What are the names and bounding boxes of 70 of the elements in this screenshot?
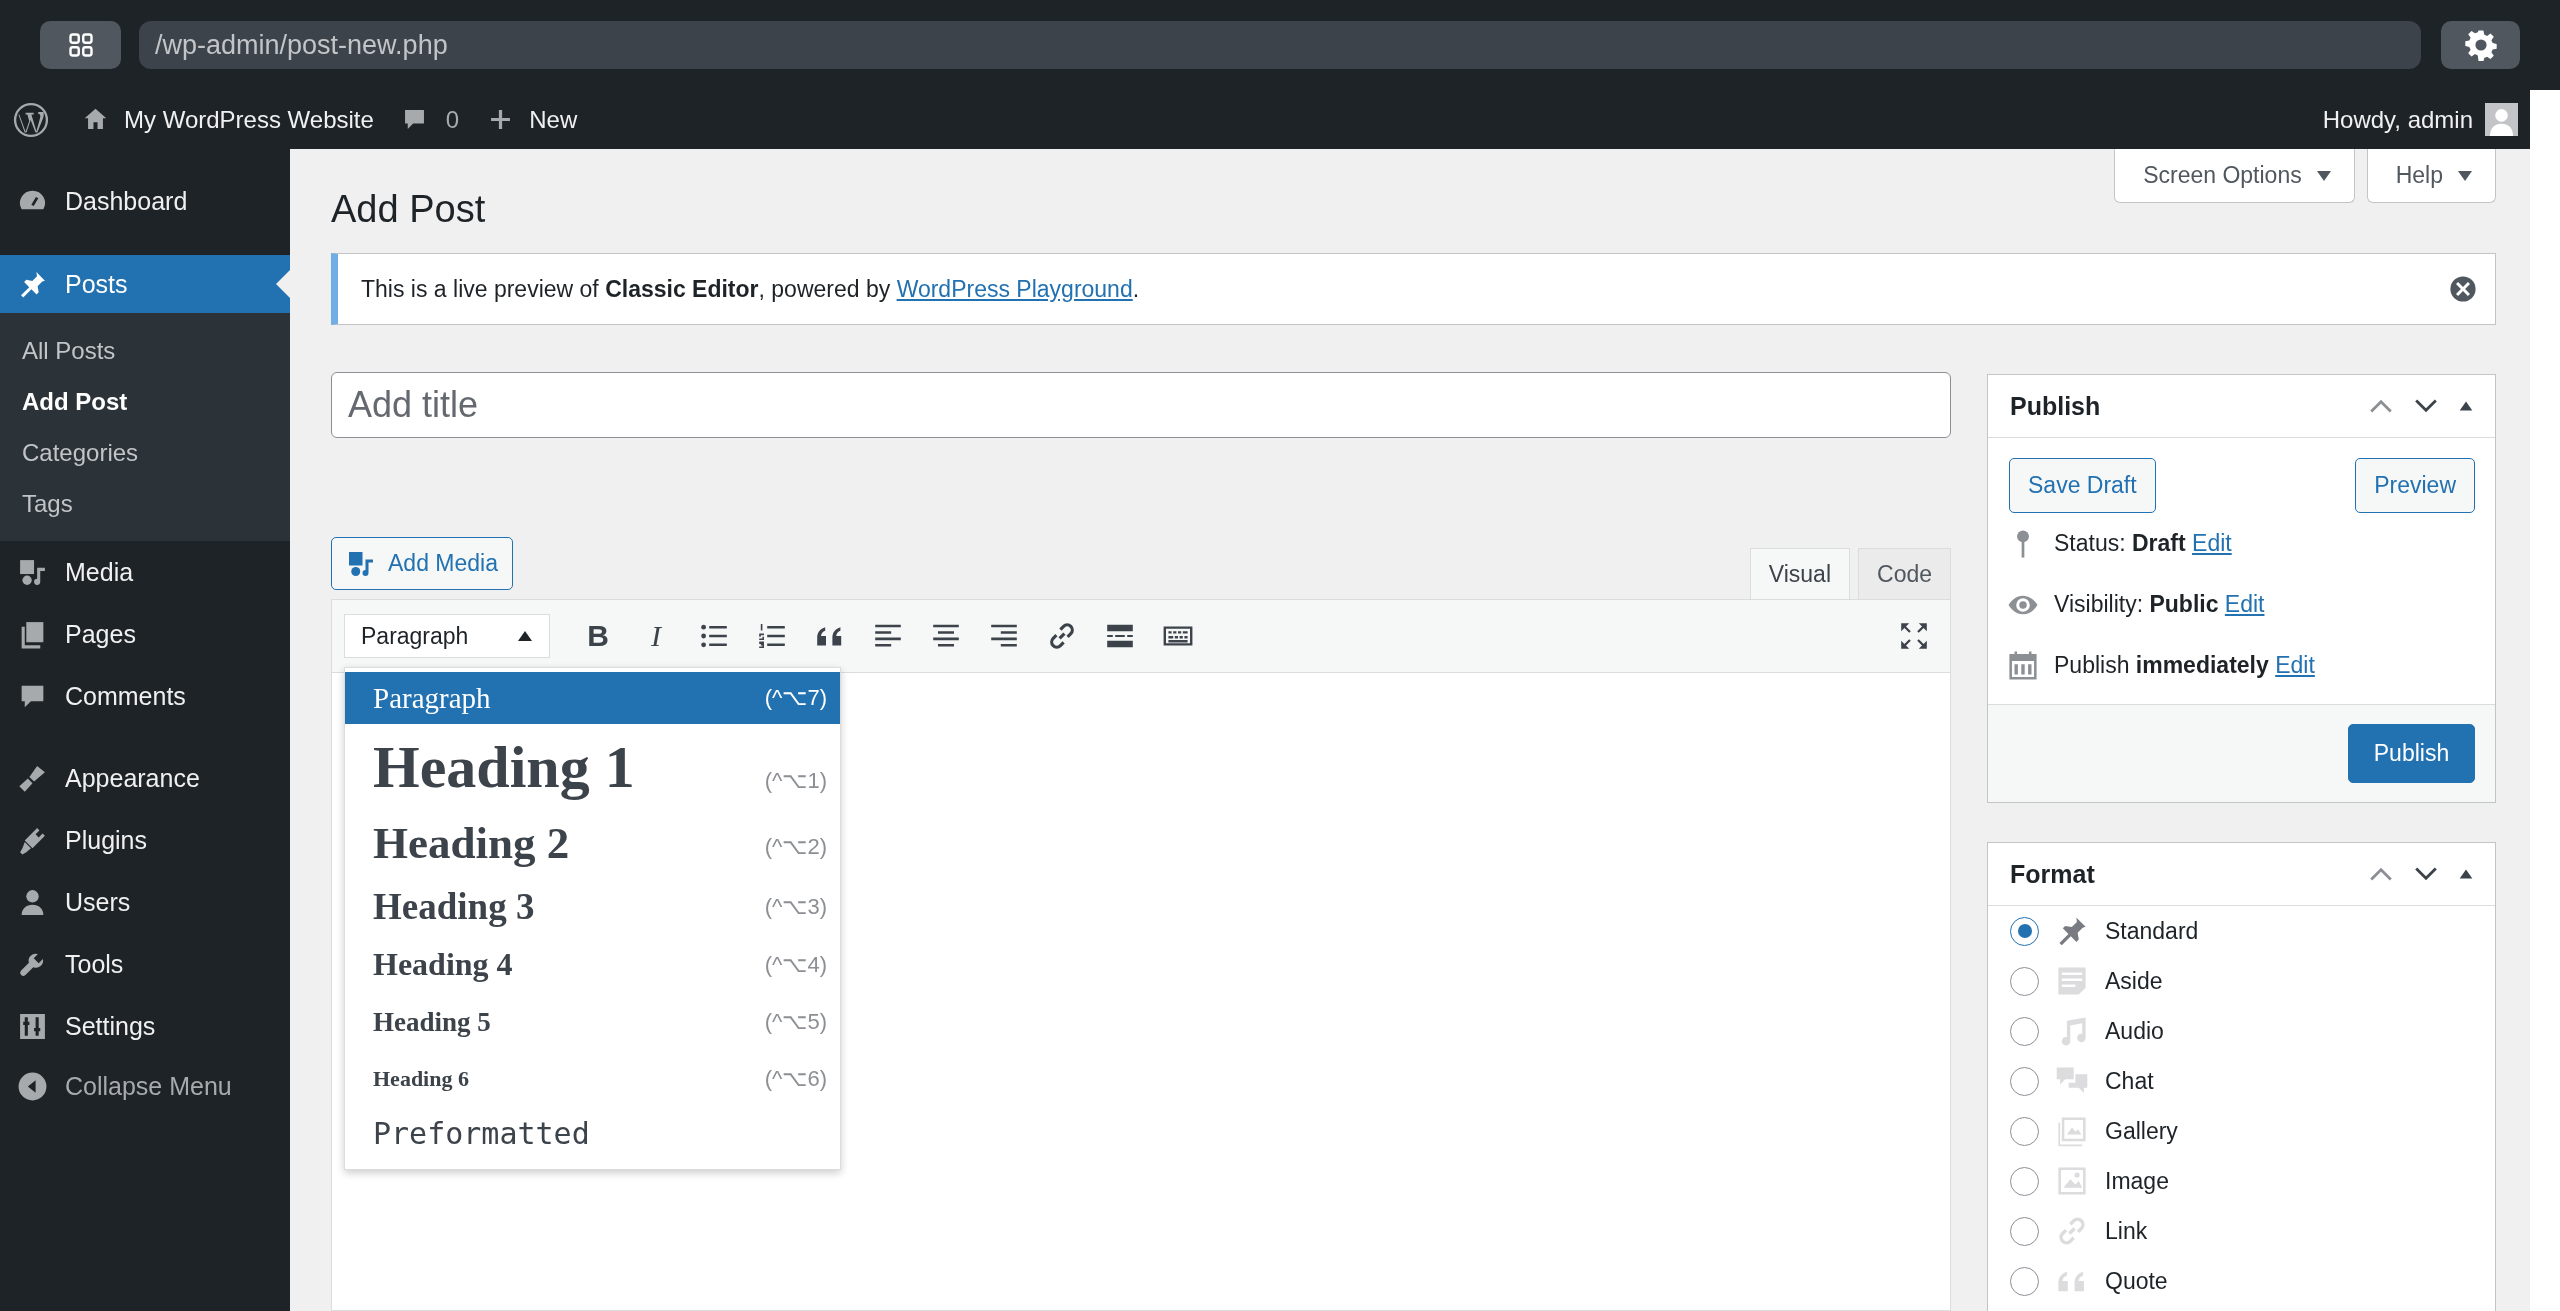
settings-button[interactable] [2441, 21, 2520, 69]
edit-link[interactable]: Edit [2224, 591, 2265, 617]
address-field[interactable]: /wp-admin/post-new.php [139, 21, 2421, 69]
save-draft-button[interactable]: Save Draft [2009, 458, 2156, 513]
menu-item[interactable]: Posts [0, 255, 290, 313]
publish-setting: Publish immediately Edit [2054, 652, 2315, 679]
menu-item[interactable]: Media [0, 541, 290, 603]
menu-item[interactable]: Dashboard [0, 170, 290, 232]
format-label[interactable]: Gallery [2105, 1117, 2178, 1145]
box-title: Publish [2010, 391, 2102, 421]
edit-link[interactable]: Edit [2275, 652, 2315, 678]
italic-button[interactable]: I [640, 619, 672, 653]
menu-item[interactable]: Tools [0, 933, 290, 995]
format-option[interactable]: Heading 1 (^⌥1) [345, 724, 840, 810]
submenu-item[interactable]: Categories [0, 427, 290, 478]
editor-tab[interactable]: Code [1858, 548, 1951, 600]
format-label[interactable]: Aside [2105, 967, 2163, 995]
format-label[interactable]: Image [2105, 1167, 2169, 1195]
format-option[interactable]: Preformatted [345, 1107, 840, 1159]
publish-setting: Status: Draft Edit [2054, 530, 2232, 557]
submenu-item[interactable]: Add Post [0, 376, 290, 427]
format-option[interactable]: Heading 4 (^⌥4) [345, 936, 840, 993]
menu-item[interactable]: Plugins [0, 809, 290, 871]
menu-item[interactable]: Appearance [0, 747, 290, 809]
menu-item[interactable]: Comments [0, 665, 290, 727]
menu-item[interactable]: Users [0, 871, 290, 933]
collapse-menu-button[interactable]: Collapse Menu [0, 1057, 290, 1115]
playground-link[interactable]: WordPress Playground [896, 275, 1133, 302]
menu-item[interactable]: Settings [0, 995, 290, 1057]
editor-area[interactable]: Paragraph B I Paragraph (^⌥7) Heading 1 (^⌥1) Heading 2 (^⌥2) Heading 3 (^⌥3) Heading 4 (^⌥4) Heading 5 (^⌥5) Heading 6 (^⌥6) Preformatted [331, 599, 1951, 1311]
screen-meta-tab[interactable]: Help [2366, 149, 2496, 203]
format-option[interactable]: Heading 3 (^⌥3) [345, 876, 840, 936]
submenu-item[interactable]: Tags [0, 478, 290, 529]
format-label[interactable]: Quote [2105, 1267, 2168, 1295]
preview-button[interactable]: Preview [2355, 458, 2475, 513]
format-option[interactable]: Heading 5 (^⌥5) [345, 993, 840, 1051]
apps-button[interactable] [40, 21, 121, 69]
add-media-button[interactable]: Add Media [331, 537, 513, 590]
gallery-icon [2055, 1114, 2089, 1148]
edit-link[interactable]: Edit [2192, 530, 2232, 556]
greeting[interactable]: Howdy, admin [2322, 105, 2473, 134]
page-title: Add Post [331, 187, 487, 232]
format-select[interactable]: Paragraph [344, 614, 550, 658]
publish-setting: Visibility: Public Edit [2054, 591, 2265, 618]
settings-icon [2464, 29, 2497, 61]
collapse-arrow-icon [17, 1070, 48, 1102]
format-option[interactable]: Paragraph (^⌥7) [345, 672, 840, 724]
image-icon [2055, 1164, 2089, 1198]
new-link[interactable]: New [487, 105, 578, 134]
screen-meta-tab[interactable]: Screen Options [2114, 149, 2355, 203]
publish-button[interactable]: Publish [2348, 724, 2475, 783]
format-label[interactable]: Link [2105, 1217, 2148, 1245]
menu-item[interactable]: Pages [0, 603, 290, 665]
fullscreen-icon[interactable] [1898, 620, 1930, 652]
format-label[interactable]: Standard [2105, 917, 2199, 945]
format-option[interactable]: Heading 6 (^⌥6) [345, 1051, 840, 1107]
editor-tab[interactable]: Visual [1749, 548, 1850, 600]
close-icon[interactable] [2449, 275, 2477, 303]
logo-icon[interactable] [13, 101, 49, 138]
format-label[interactable]: Audio [2105, 1017, 2164, 1045]
comments-link[interactable]: 0 [400, 105, 460, 134]
title-field[interactable]: Add title [331, 372, 1951, 438]
format-label[interactable]: Chat [2105, 1067, 2154, 1095]
format-option[interactable]: Heading 2 (^⌥2) [345, 810, 840, 876]
site-link[interactable]: My WordPress Website [82, 105, 374, 134]
box-title: Format [2010, 859, 2096, 889]
submenu-item[interactable]: All Posts [0, 325, 290, 376]
document-icon [2055, 964, 2089, 998]
bold-button[interactable]: B [582, 619, 614, 653]
notice-text: This is a live preview of Classic Editor, powered by WordPress Playground. [361, 275, 1141, 303]
